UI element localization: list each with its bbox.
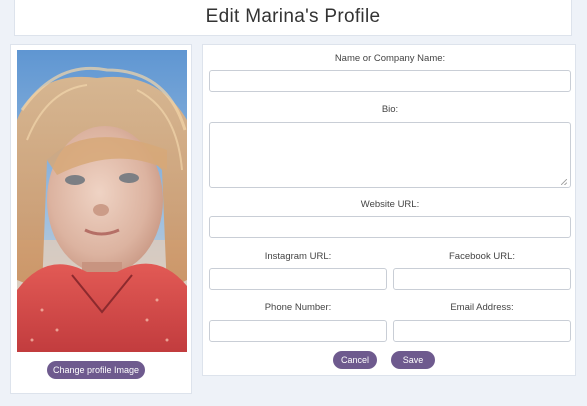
facebook-label: Facebook URL: (448, 251, 515, 262)
bio-textarea[interactable] (209, 122, 571, 188)
cancel-button[interactable]: Cancel (333, 351, 377, 369)
profile-image-panel: Change profile Image (10, 44, 192, 394)
profile-form: Name or Company Name: Bio: Website URL: … (202, 44, 576, 376)
email-input[interactable] (393, 320, 571, 342)
facebook-input[interactable] (393, 268, 571, 290)
resize-grip-icon[interactable] (561, 179, 567, 185)
website-label: Website URL: (360, 199, 420, 210)
instagram-label: Instagram URL: (264, 251, 332, 262)
save-button[interactable]: Save (391, 351, 435, 369)
instagram-input[interactable] (209, 268, 387, 290)
bio-label: Bio: (381, 104, 399, 115)
change-profile-image-button[interactable]: Change profile Image (47, 361, 145, 379)
profile-photo (17, 50, 187, 352)
email-label: Email Address: (450, 302, 514, 313)
phone-label: Phone Number: (264, 302, 332, 313)
name-input[interactable] (209, 70, 571, 92)
phone-input[interactable] (209, 320, 387, 342)
page-header: Edit Marina's Profile (14, 0, 572, 36)
page-title: Edit Marina's Profile (205, 6, 381, 27)
website-input[interactable] (209, 216, 571, 238)
name-label: Name or Company Name: (334, 53, 446, 64)
